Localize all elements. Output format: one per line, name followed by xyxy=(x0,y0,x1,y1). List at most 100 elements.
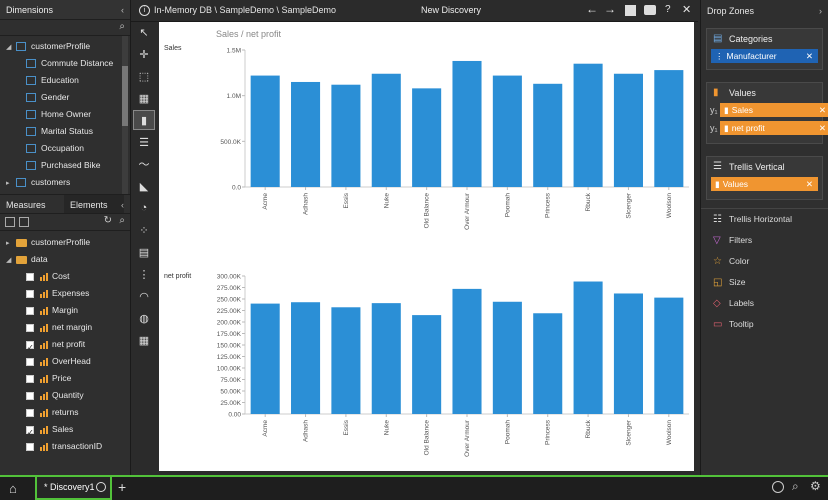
remove-icon[interactable]: ✕ xyxy=(806,49,813,63)
tree-item-label: Commute Distance xyxy=(41,58,114,68)
expand-icon[interactable]: ◢ xyxy=(6,39,16,56)
add-tab-icon[interactable]: + xyxy=(118,479,126,495)
measure-checkbox[interactable] xyxy=(26,408,34,417)
collapse-chevron-icon[interactable]: › xyxy=(819,0,822,22)
measure-checkbox[interactable] xyxy=(26,323,34,332)
measure-item[interactable]: Cost xyxy=(0,268,130,285)
undo-icon[interactable]: ← xyxy=(586,2,598,16)
measure-item[interactable]: OverHead xyxy=(0,353,130,370)
expand-icon[interactable]: ▸ xyxy=(6,235,16,252)
measure-checkbox[interactable] xyxy=(26,424,34,441)
info-icon[interactable]: i xyxy=(139,5,150,16)
bar-chart-icon[interactable]: ☰ xyxy=(133,132,155,152)
collapse-chevron-icon[interactable]: ‹ xyxy=(121,195,124,215)
close-icon[interactable]: ✕ xyxy=(682,3,691,16)
pie-chart-icon[interactable]: ◔ xyxy=(133,198,155,218)
measure-item[interactable]: transactionID xyxy=(0,438,130,455)
tree-item-customerprofile-folder[interactable]: ▸ customerProfile xyxy=(0,234,130,251)
chart-more-icon[interactable]: ⋮ xyxy=(133,264,155,284)
print-icon[interactable] xyxy=(644,5,656,15)
trellis-vertical-zone[interactable]: ☰ Trellis Vertical ▮ Values ✕ xyxy=(706,156,823,200)
tab-elements[interactable]: Elements ‹ xyxy=(64,195,124,213)
tooltip-zone[interactable]: ▭ Tooltip xyxy=(701,314,828,335)
measure-checkbox[interactable] xyxy=(26,357,34,366)
collapse-chevron-icon[interactable]: ‹ xyxy=(121,0,124,20)
measure-item[interactable]: net profit xyxy=(0,336,130,356)
line-chart-icon[interactable]: 〜 xyxy=(133,154,155,174)
hierarchy-icon xyxy=(26,161,36,171)
tree-item-gender[interactable]: Gender xyxy=(0,89,130,106)
tree-item-data-folder[interactable]: ◢ data xyxy=(0,251,130,268)
treemap-icon[interactable]: ▤ xyxy=(133,242,155,262)
tab-discovery1[interactable]: * Discovery1 xyxy=(35,477,112,500)
values-chip[interactable]: ▮ Values ✕ xyxy=(711,177,818,191)
measure-checkbox[interactable] xyxy=(26,272,34,281)
grid-chart-icon[interactable]: ▦ xyxy=(133,88,155,108)
measure-item[interactable]: Margin xyxy=(0,302,130,319)
area-chart-icon[interactable]: ◣ xyxy=(133,176,155,196)
measure-checkbox[interactable] xyxy=(26,306,34,315)
refresh-icon[interactable]: ↻ xyxy=(104,215,112,226)
home-icon[interactable]: ⌂ xyxy=(9,481,17,496)
trellis-horizontal-zone[interactable]: ☷ Trellis Horizontal xyxy=(701,209,828,230)
measure-checkbox[interactable] xyxy=(26,289,34,298)
tree-item-purchased-bike[interactable]: Purchased Bike xyxy=(0,157,130,174)
map-icon[interactable]: ◍ xyxy=(133,308,155,328)
remove-icon[interactable]: ✕ xyxy=(806,177,813,191)
help-icon[interactable]: ? xyxy=(665,4,671,15)
measure-item[interactable]: Price xyxy=(0,370,130,387)
remove-icon[interactable]: ✕ xyxy=(819,121,826,135)
measure-item[interactable]: Expenses xyxy=(0,285,130,302)
tree-item-commute-distance[interactable]: Commute Distance xyxy=(0,55,130,72)
pan-tool-icon[interactable]: ✛ xyxy=(133,44,155,64)
measure-checkbox[interactable] xyxy=(26,391,34,400)
notifications-icon[interactable] xyxy=(772,481,784,493)
scatter-chart-icon[interactable]: ⁘ xyxy=(133,220,155,240)
measure-checkbox[interactable] xyxy=(26,374,34,383)
color-zone[interactable]: ☆ Color xyxy=(701,251,828,272)
measure-item[interactable]: net margin xyxy=(0,319,130,336)
column-chart-icon[interactable]: ▮ xyxy=(133,110,155,130)
tree-item-customerprofile[interactable]: ◢ customerProfile xyxy=(0,38,130,55)
measure-checkbox[interactable] xyxy=(26,339,34,356)
tree-item-occupation[interactable]: Occupation xyxy=(0,140,130,157)
measure-item[interactable]: returns xyxy=(0,404,130,421)
size-zone[interactable]: ◱ Size xyxy=(701,272,828,293)
expand-icon[interactable]: ▸ xyxy=(6,175,16,192)
manufacturer-chip[interactable]: ⋮ Manufacturer ✕ xyxy=(711,49,818,63)
scrollbar-thumb[interactable] xyxy=(122,66,128,126)
calc-icon[interactable] xyxy=(19,217,29,227)
y-tick-label: 0.00 xyxy=(228,412,241,419)
categories-zone[interactable]: ▤ Categories ⋮ Manufacturer ✕ xyxy=(706,28,823,70)
labels-zone[interactable]: ◇ Labels xyxy=(701,293,828,314)
dimensions-scrollbar[interactable] xyxy=(122,36,128,194)
remove-icon[interactable]: ✕ xyxy=(819,103,826,117)
measure-item[interactable]: Quantity xyxy=(0,387,130,404)
tree-item-education[interactable]: Education xyxy=(0,72,130,89)
tree-item-marital-status[interactable]: Marital Status xyxy=(0,123,130,140)
measure-checkbox[interactable] xyxy=(26,442,34,451)
expand-icon[interactable]: ◢ xyxy=(6,252,16,269)
tab-options-icon[interactable] xyxy=(96,482,106,492)
save-icon[interactable] xyxy=(625,5,636,16)
pointer-tool-icon[interactable]: ↖ xyxy=(133,22,155,42)
values-zone[interactable]: ▮ Values y₁ ▮ Sales ✕ y₁ ▮ net profit ✕ xyxy=(706,82,828,144)
measure-item[interactable]: Sales xyxy=(0,421,130,441)
settings-icon[interactable]: ⚙ xyxy=(810,479,821,493)
net-profit-chip[interactable]: ▮ net profit ✕ xyxy=(720,121,828,135)
search-icon[interactable]: ⌕ xyxy=(119,21,125,32)
table-icon[interactable]: ▦ xyxy=(133,330,155,350)
search-icon[interactable]: ⌕ xyxy=(119,215,125,226)
gauge-icon[interactable]: ◠ xyxy=(133,286,155,306)
filters-zone[interactable]: ▽ Filters xyxy=(701,230,828,251)
tree-item-customers[interactable]: ▸ customers xyxy=(0,174,130,191)
sales-chip[interactable]: ▮ Sales ✕ xyxy=(720,103,828,117)
measure-icon xyxy=(40,323,48,332)
search-icon[interactable]: ⌕ xyxy=(792,479,799,494)
tree-item-home-owner[interactable]: Home Owner xyxy=(0,106,130,123)
tab-measures[interactable]: Measures xyxy=(0,195,64,213)
chip-label: net profit xyxy=(731,123,765,133)
layout-icon[interactable] xyxy=(5,217,15,227)
select-tool-icon[interactable]: ⬚ xyxy=(133,66,155,86)
redo-icon[interactable]: → xyxy=(604,2,616,16)
